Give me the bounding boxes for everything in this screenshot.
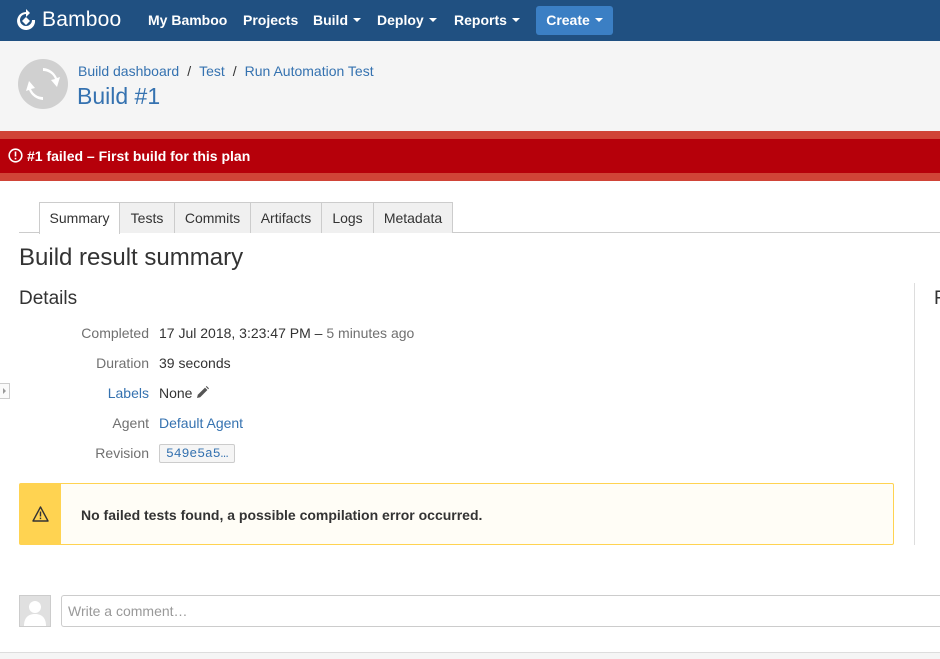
right-column-heading: F [934,288,940,309]
warning-icon-column [20,484,61,544]
labels-none: None [159,385,193,401]
breadcrumb-project[interactable]: Test [199,63,225,79]
nav-build-label: Build [313,12,348,28]
build-status-text: #1 failed – First build for this plan [27,148,251,164]
details-heading: Details [19,288,78,309]
create-button[interactable]: Create [536,6,613,35]
refresh-icon [26,68,60,100]
footer-divider [0,652,940,659]
warning-text: No failed tests found, a possible compil… [81,507,483,523]
warning-message: No failed tests found, a possible compil… [19,483,894,545]
tab-metadata[interactable]: Metadata [373,202,453,233]
revision-label: Revision [95,445,149,461]
breadcrumb-separator: / [187,63,192,79]
tab-commits[interactable]: Commits [174,202,251,233]
create-button-label: Create [546,12,590,28]
completed-date: 17 Jul 2018, 3:23:47 PM [159,325,311,341]
bamboo-logo[interactable]: Bamboo [16,8,121,32]
agent-label: Agent [112,415,149,431]
tab-summary[interactable]: Summary [39,202,120,234]
chevron-down-icon [353,18,361,23]
banner-bottom-stripe [0,173,940,181]
plan-avatar [18,59,68,109]
logo-text: Bamboo [42,8,122,31]
agent-link[interactable]: Default Agent [159,415,243,431]
tab-logs-label: Logs [332,210,363,226]
top-navigation-bar: Bamboo My Bamboo Projects Build Deploy R… [0,0,940,41]
completed-label: Completed [81,325,149,341]
nav-reports[interactable]: Reports [454,0,520,41]
nav-build[interactable]: Build [313,0,361,41]
tab-logs[interactable]: Logs [321,202,374,233]
completed-separator: – [310,325,327,341]
tab-tests-label: Tests [130,210,164,226]
tab-tests[interactable]: Tests [119,202,175,233]
edit-pencil-icon[interactable] [196,386,210,399]
user-icon [24,601,46,626]
tab-artifacts-label: Artifacts [260,210,312,226]
breadcrumb: Build dashboard / Test / Run Automation Test [78,63,374,79]
breadcrumb-separator: / [232,63,237,79]
tab-commits-label: Commits [184,210,241,226]
bamboo-logo-icon [17,9,36,30]
revision-hash[interactable]: 549e5a5… [159,444,236,463]
completed-value: 17 Jul 2018, 3:23:47 PM – 5 minutes ago [159,325,414,341]
column-divider [914,283,915,545]
nav-my-bamboo-label: My Bamboo [148,12,228,28]
breadcrumb-plan[interactable]: Run Automation Test [245,63,374,79]
result-tabs: Summary Tests Commits Artifacts Logs Met… [19,202,940,234]
build-status-banner: #1 failed – First build for this plan [0,139,940,173]
duration-value: 39 seconds [159,355,231,371]
nav-reports-label: Reports [454,12,507,28]
summary-heading: Build result summary [19,244,244,271]
tab-metadata-label: Metadata [383,210,443,226]
breadcrumb-build-dashboard[interactable]: Build dashboard [78,63,179,79]
chevron-down-icon [511,18,520,23]
page-title: Build #1 [77,83,161,109]
nav-projects-label: Projects [243,12,299,28]
chevron-down-icon [594,18,603,23]
chevron-down-icon [428,18,437,23]
completed-relative: 5 minutes ago [326,325,415,341]
nav-deploy[interactable]: Deploy [377,0,437,41]
duration-label: Duration [96,355,149,371]
tab-summary-label: Summary [49,210,110,226]
avatar [19,595,51,627]
sidebar-expand-handle[interactable] [0,383,10,399]
comment-input[interactable] [61,595,940,627]
labels-link[interactable]: Labels [108,385,149,401]
nav-deploy-label: Deploy [377,12,424,28]
warning-triangle-icon [32,506,49,522]
nav-projects[interactable]: Projects [243,0,298,41]
banner-top-stripe [0,131,940,139]
tab-artifacts[interactable]: Artifacts [250,202,322,233]
nav-my-bamboo[interactable]: My Bamboo [148,0,227,41]
page-header: Build dashboard / Test / Run Automation Test… [0,41,940,131]
labels-value: None [159,385,210,401]
error-circle-icon [8,148,23,163]
